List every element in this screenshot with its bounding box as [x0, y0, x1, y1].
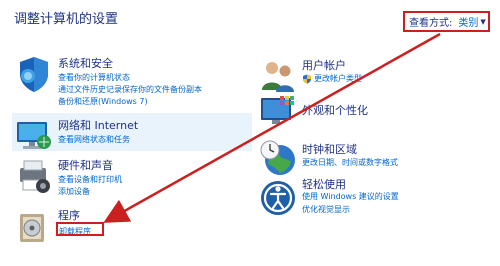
annotation-arrow	[103, 32, 441, 223]
